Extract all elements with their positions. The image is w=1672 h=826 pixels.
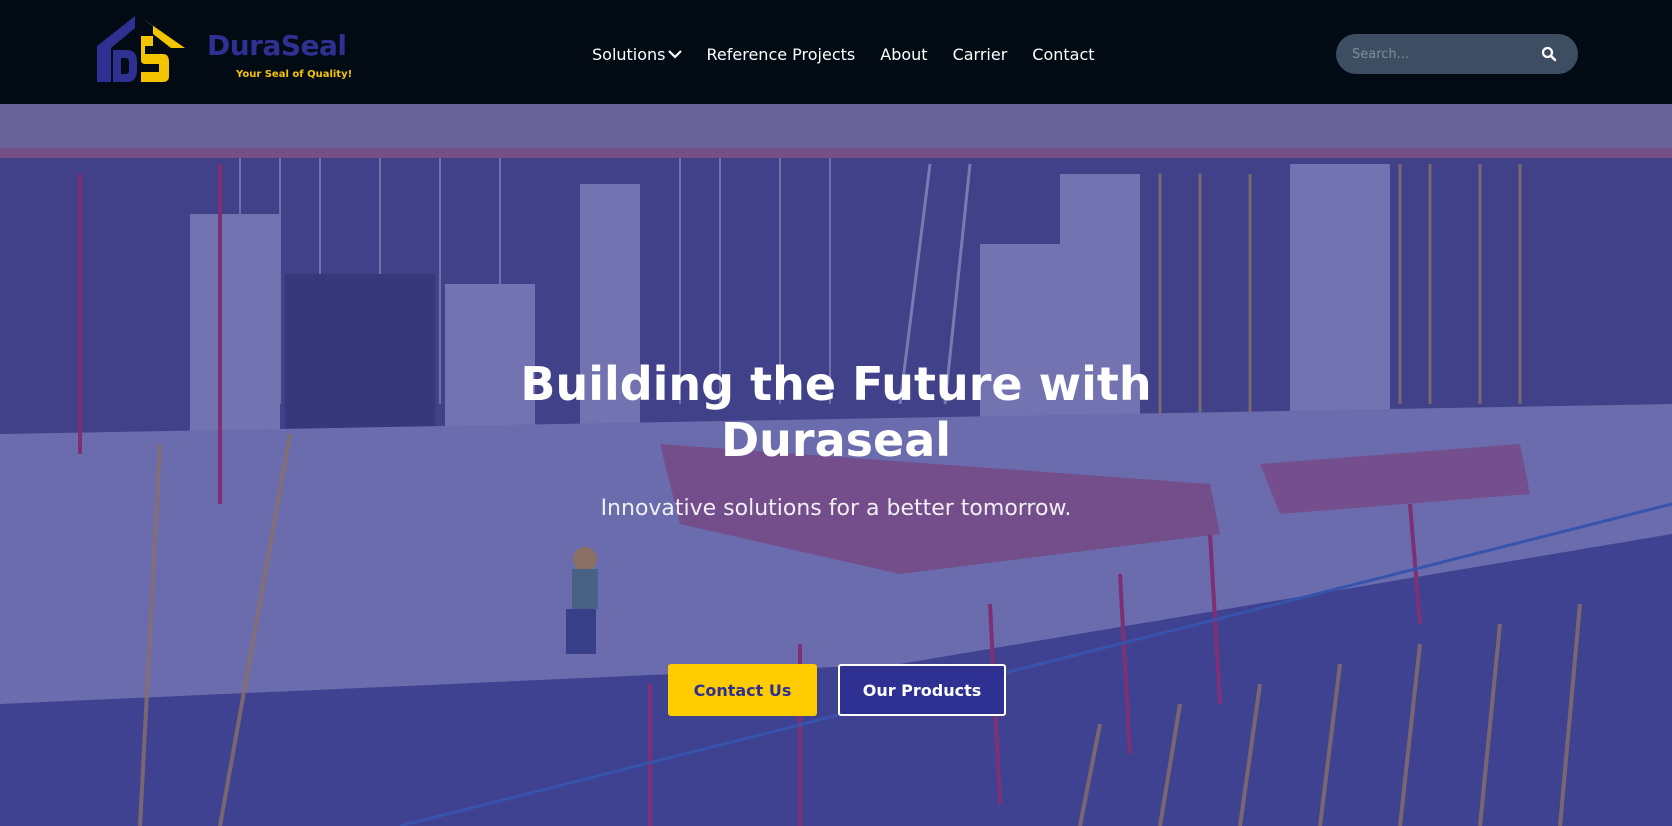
nav-item-label: Solutions — [592, 44, 666, 64]
nav-item-label: Reference Projects — [706, 44, 856, 64]
main-nav: Solutions Reference Projects About Carri… — [592, 42, 1095, 66]
search-icon[interactable] — [1541, 46, 1557, 62]
nav-item-about[interactable]: About — [880, 45, 927, 64]
site-header: DuraSeal Your Seal of Quality! Solutions… — [0, 0, 1672, 104]
duraseal-house-logo-icon — [97, 16, 185, 82]
nav-item-reference-projects[interactable]: Reference Projects — [707, 45, 856, 64]
contact-us-button[interactable]: Contact Us — [668, 664, 817, 716]
nav-item-label: About — [880, 44, 928, 64]
search-input[interactable] — [1352, 34, 1532, 74]
site-logo[interactable]: DuraSeal Your Seal of Quality! — [97, 16, 357, 86]
nav-item-solutions[interactable]: Solutions — [592, 45, 682, 64]
hero-title: Building the Future with Duraseal — [520, 357, 1152, 467]
hero-subtitle: Innovative solutions for a better tomorr… — [600, 496, 1072, 521]
nav-item-carrier[interactable]: Carrier — [953, 45, 1008, 64]
nav-item-label: Carrier — [952, 44, 1008, 64]
nav-item-label: Contact — [1032, 44, 1095, 64]
brand-tagline: Your Seal of Quality! — [236, 69, 353, 80]
hero-section: Building the Future with Duraseal Innova… — [0, 104, 1672, 826]
chevron-down-icon — [667, 50, 682, 59]
brand-name: DuraSeal — [207, 29, 347, 62]
nav-item-contact[interactable]: Contact — [1032, 45, 1094, 64]
our-products-button[interactable]: Our Products — [838, 664, 1006, 716]
